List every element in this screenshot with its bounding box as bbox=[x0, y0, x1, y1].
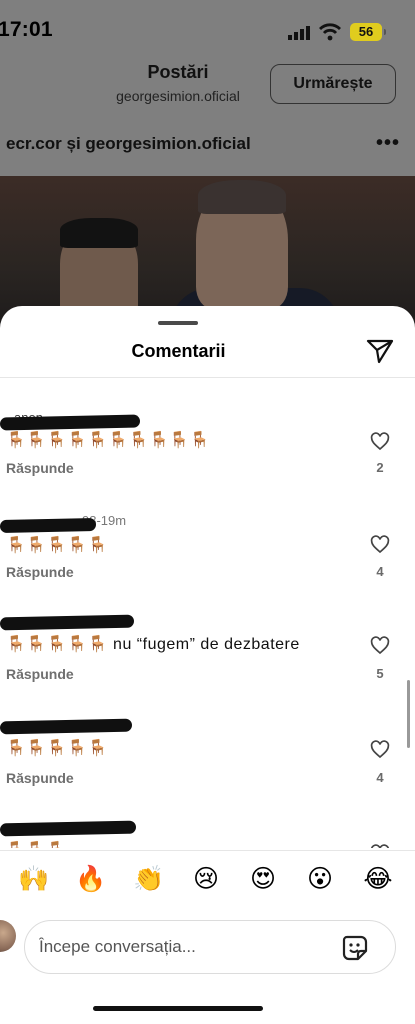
comments-list[interactable]: anon m 🪑🪑🪑🪑🪑🪑🪑🪑🪑🪑 Răspunde 2 _ 98-19m 🪑🪑… bbox=[0, 378, 415, 848]
comment-item: 🪑🪑🪑🪑🪑 nu “fugem” de dezbatere Răspunde 5 bbox=[0, 614, 415, 714]
sticker-icon[interactable] bbox=[341, 934, 369, 962]
redaction-mark bbox=[0, 718, 133, 735]
more-horizontal-icon[interactable]: ••• bbox=[376, 132, 400, 155]
like-count: 2 bbox=[376, 460, 384, 475]
emoji-clapping-hands[interactable]: 👏 bbox=[132, 862, 166, 896]
home-indicator[interactable] bbox=[93, 1006, 263, 1011]
scroll-indicator[interactable] bbox=[407, 680, 410, 748]
like-count: 5 bbox=[376, 666, 384, 681]
like-count: 4 bbox=[376, 770, 384, 785]
photo-person-right bbox=[196, 180, 288, 309]
emoji-heart-eyes[interactable]: 😍 bbox=[246, 862, 280, 896]
comment-composer[interactable] bbox=[24, 920, 396, 974]
redaction-mark bbox=[0, 414, 141, 431]
comment-input[interactable] bbox=[39, 921, 329, 973]
comment-text: 🪑🪑🪑🪑🪑 bbox=[6, 537, 109, 554]
comments-sheet: Comentarii anon m 🪑🪑🪑🪑🪑🪑🪑🪑🪑🪑 Răspunde 2 … bbox=[0, 306, 415, 1024]
reply-button[interactable]: Răspunde bbox=[6, 564, 74, 580]
reply-button[interactable]: Răspunde bbox=[6, 666, 74, 682]
heart-icon[interactable] bbox=[370, 636, 390, 655]
comment-text: 🪑🪑🪑🪑🪑 bbox=[6, 740, 109, 757]
comment-item: 🪑🪑🪑 bbox=[0, 818, 415, 848]
avatar bbox=[0, 920, 16, 952]
sheet-title: Comentarii bbox=[131, 341, 226, 361]
comment-item: _ 98-19m 🪑🪑🪑🪑🪑 Răspunde 4 bbox=[0, 513, 415, 613]
redaction-mark bbox=[0, 517, 97, 534]
battery-icon: 56 bbox=[350, 23, 386, 41]
share-send-icon[interactable] bbox=[366, 338, 394, 364]
heart-icon[interactable] bbox=[370, 740, 390, 759]
battery-level: 56 bbox=[358, 24, 374, 39]
status-time: 17:01 bbox=[0, 18, 53, 41]
cellular-signal-icon bbox=[288, 26, 310, 40]
emoji-divider bbox=[0, 850, 415, 851]
redaction-mark bbox=[0, 614, 135, 631]
follow-button[interactable]: Urmărește bbox=[270, 64, 396, 104]
dimmed-background: 17:01 56 Postări georgesimion.oficial Ur… bbox=[0, 0, 415, 330]
emoji-crying-face[interactable]: 😢 bbox=[189, 862, 223, 896]
sheet-grabber[interactable] bbox=[158, 321, 198, 325]
redaction-mark bbox=[0, 820, 137, 837]
comment-item: anon m 🪑🪑🪑🪑🪑🪑🪑🪑🪑🪑 Răspunde 2 bbox=[0, 410, 415, 510]
heart-icon[interactable] bbox=[370, 535, 390, 554]
comment-text: 🪑🪑🪑 bbox=[6, 840, 67, 848]
heart-icon[interactable] bbox=[370, 844, 390, 848]
reply-button[interactable]: Răspunde bbox=[6, 460, 74, 476]
wifi-icon bbox=[319, 23, 341, 41]
emoji-tears-of-joy[interactable]: 😂 bbox=[361, 862, 395, 896]
comment-text: 🪑🪑🪑🪑🪑 nu “fugem” de dezbatere bbox=[6, 636, 300, 653]
heart-icon[interactable] bbox=[370, 432, 390, 451]
emoji-fire[interactable]: 🔥 bbox=[74, 862, 108, 896]
emoji-raising-hands[interactable]: 🙌 bbox=[17, 862, 51, 896]
quick-reaction-bar: 🙌 🔥 👏 😢 😍 😮 😂 bbox=[0, 862, 415, 902]
emoji-astonished[interactable]: 😮 bbox=[303, 862, 337, 896]
comment-item: 🪑🪑🪑🪑🪑 Răspunde 4 bbox=[0, 718, 415, 818]
post-authors[interactable]: ecr.cor și georgesimion.oficial bbox=[6, 134, 251, 154]
reply-button[interactable]: Răspunde bbox=[6, 770, 74, 786]
comment-text: 🪑🪑🪑🪑🪑🪑🪑🪑🪑🪑 bbox=[6, 432, 211, 449]
like-count: 4 bbox=[376, 564, 384, 579]
status-bar: 17:01 56 bbox=[0, 0, 415, 60]
